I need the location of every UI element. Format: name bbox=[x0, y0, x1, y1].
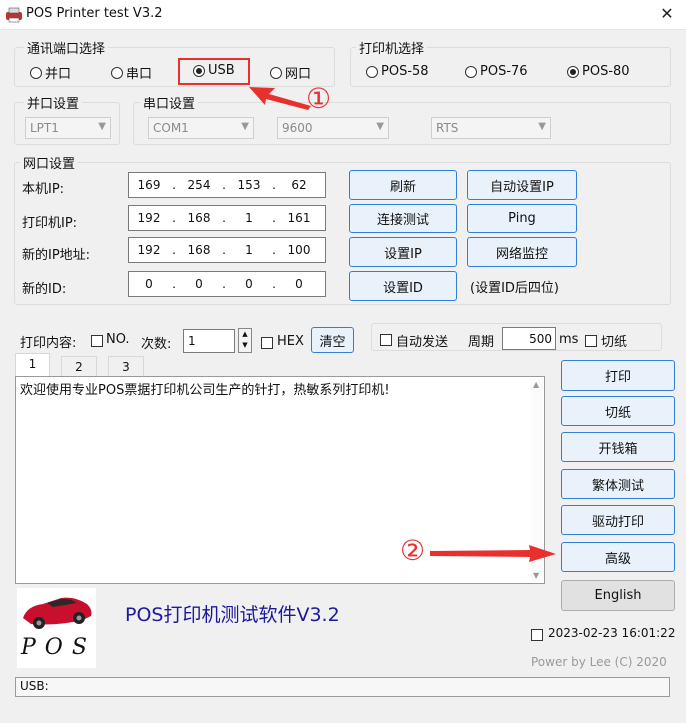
new-ip-label: 新的IP地址: bbox=[22, 248, 91, 263]
serial-settings-label: 串口设置 bbox=[140, 93, 199, 112]
chevron-down-icon: ▼ bbox=[538, 121, 546, 132]
chevron-down-icon: ▼ bbox=[376, 121, 384, 132]
chevron-down-icon: ▼ bbox=[98, 121, 106, 132]
radio-dot-selected bbox=[567, 65, 579, 78]
period-input[interactable]: 500 bbox=[502, 327, 556, 350]
ping-button[interactable]: Ping bbox=[467, 204, 577, 233]
count-input[interactable]: 1 bbox=[183, 329, 235, 353]
count-label: 次数: bbox=[141, 337, 172, 352]
parallel-settings-label: 并口设置 bbox=[24, 93, 83, 112]
driver-print-button[interactable]: 驱动打印 bbox=[561, 505, 675, 535]
auto-send-checkbox[interactable] bbox=[380, 332, 392, 347]
cut-paper-checkbox[interactable] bbox=[585, 333, 597, 348]
usb-highlight-box bbox=[178, 58, 250, 85]
annotation-mark-2: ② bbox=[400, 534, 426, 567]
status-text: USB: bbox=[20, 679, 49, 693]
radio-dot bbox=[30, 66, 42, 79]
serial-port-combo[interactable]: COM1 ▼ bbox=[148, 117, 254, 139]
auto-set-ip-button[interactable]: 自动设置IP bbox=[467, 170, 577, 200]
cut-paper-label: 切纸 bbox=[601, 335, 628, 350]
radio-pos76[interactable]: POS-76 bbox=[465, 64, 528, 79]
port-select-label: 通讯端口选择 bbox=[24, 38, 109, 57]
hex-label: HEX bbox=[277, 334, 304, 349]
pos-logo: P O S bbox=[17, 588, 96, 668]
title-bar: POS Printer test V3.2 ✕ bbox=[0, 0, 686, 30]
connection-test-button[interactable]: 连接测试 bbox=[349, 204, 457, 233]
radio-parallel[interactable]: 并口 bbox=[30, 63, 71, 82]
tab-1[interactable]: 1 bbox=[15, 353, 50, 377]
local-ip-label: 本机IP: bbox=[22, 182, 65, 197]
annotation-arrow-2 bbox=[430, 545, 556, 562]
datetime-checkbox[interactable] bbox=[531, 627, 543, 642]
set-ip-button[interactable]: 设置IP bbox=[349, 237, 457, 267]
no-checkbox[interactable] bbox=[91, 333, 103, 348]
radio-pos80[interactable]: POS-80 bbox=[567, 64, 630, 79]
close-icon[interactable]: ✕ bbox=[652, 2, 682, 26]
network-settings-label: 网口设置 bbox=[20, 153, 79, 172]
network-monitor-button[interactable]: 网络监控 bbox=[467, 237, 577, 267]
set-id-note: (设置ID后四位) bbox=[470, 281, 559, 296]
logo-text: P O S bbox=[21, 635, 88, 660]
radio-dot bbox=[465, 65, 477, 78]
datetime-label: 2023-02-23 16:01:22 bbox=[548, 626, 676, 640]
printer-select-label: 打印机选择 bbox=[356, 38, 428, 57]
period-label: 周期 bbox=[468, 335, 495, 350]
ms-label: ms bbox=[559, 332, 579, 347]
flow-control-combo[interactable]: RTS ▼ bbox=[431, 117, 551, 139]
power-by-label: Power by Lee (C) 2020 bbox=[531, 655, 667, 669]
traditional-test-button[interactable]: 繁体测试 bbox=[561, 469, 675, 499]
printer-ip-field[interactable]: 192. 168. 1. 161 bbox=[128, 205, 326, 231]
new-id-field[interactable]: 0. 0. 0. 0 bbox=[128, 271, 326, 297]
annotation-mark-1: ① bbox=[306, 82, 332, 115]
radio-network[interactable]: 网口 bbox=[270, 63, 311, 82]
print-content-text: 欢迎使用专业POS票据打印机公司生产的针打，热敏系列打印机! bbox=[20, 383, 390, 398]
clear-button[interactable]: 清空 bbox=[311, 327, 354, 353]
printer-ip-label: 打印机IP: bbox=[22, 216, 78, 231]
radio-serial[interactable]: 串口 bbox=[111, 63, 152, 82]
printer-app-icon bbox=[6, 7, 22, 23]
print-content-label: 打印内容: bbox=[20, 336, 77, 351]
print-button[interactable]: 打印 bbox=[561, 360, 675, 391]
radio-pos58[interactable]: POS-58 bbox=[366, 64, 429, 79]
auto-send-label: 自动发送 bbox=[396, 335, 449, 350]
open-drawer-button[interactable]: 开钱箱 bbox=[561, 432, 675, 462]
chevron-down-icon: ▼ bbox=[241, 121, 249, 132]
english-button[interactable]: English bbox=[561, 580, 675, 611]
brand-title: POS打印机测试软件V3.2 bbox=[125, 604, 340, 626]
local-ip-field[interactable]: 169. 254. 153. 62 bbox=[128, 172, 326, 198]
radio-dot bbox=[111, 66, 123, 79]
advanced-button[interactable]: 高级 bbox=[561, 542, 675, 572]
refresh-button[interactable]: 刷新 bbox=[349, 170, 457, 200]
radio-dot bbox=[366, 65, 378, 78]
red-car-icon bbox=[23, 597, 92, 629]
cut-paper-button[interactable]: 切纸 bbox=[561, 396, 675, 426]
tab-3[interactable]: 3 bbox=[108, 356, 144, 378]
radio-dot bbox=[270, 66, 282, 79]
new-ip-field[interactable]: 192. 168. 1. 100 bbox=[128, 237, 326, 263]
status-bar: USB: bbox=[15, 677, 670, 697]
parallel-port-combo[interactable]: LPT1 ▼ bbox=[25, 117, 111, 139]
hex-checkbox[interactable] bbox=[261, 335, 273, 350]
tab-2[interactable]: 2 bbox=[61, 356, 97, 378]
new-id-label: 新的ID: bbox=[22, 282, 67, 297]
window-title: POS Printer test V3.2 bbox=[26, 6, 163, 21]
set-id-button[interactable]: 设置ID bbox=[349, 271, 457, 301]
no-label: NO. bbox=[106, 332, 130, 347]
count-spinner[interactable]: ▲ ▼ bbox=[238, 328, 252, 353]
